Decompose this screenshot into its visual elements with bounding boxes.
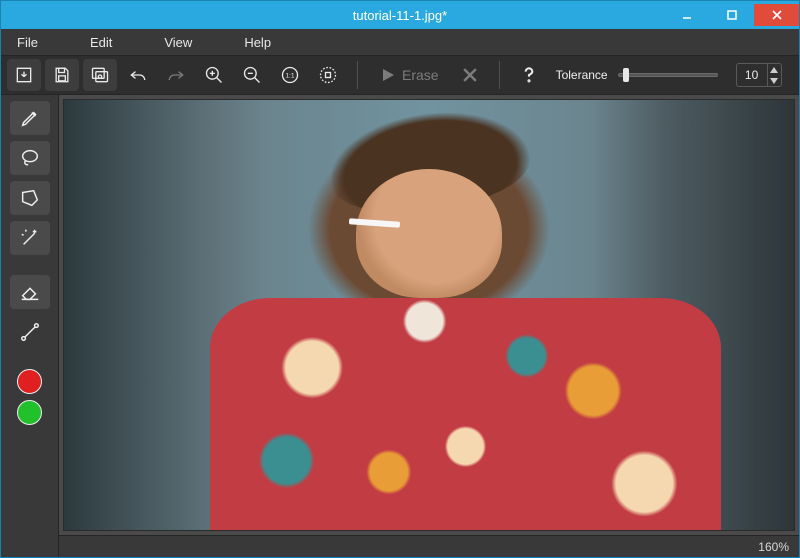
play-icon [380, 67, 396, 83]
undo-button[interactable] [121, 59, 155, 91]
app-body: File Edit View Help [1, 29, 799, 557]
redo-button[interactable] [159, 59, 193, 91]
lasso-tool[interactable] [10, 141, 50, 175]
zoom-fit-button[interactable] [311, 59, 345, 91]
save-button[interactable] [45, 59, 79, 91]
erase-label: Erase [402, 67, 439, 83]
menubar: File Edit View Help [1, 29, 799, 55]
lasso-icon [19, 147, 41, 169]
separator [357, 61, 358, 89]
open-icon [14, 65, 34, 85]
help-icon [519, 65, 539, 85]
toolbar: 1:1 Erase Tolerance [1, 55, 799, 95]
spinner-down[interactable] [768, 75, 781, 86]
image-canvas[interactable] [63, 99, 795, 531]
menu-file[interactable]: File [11, 31, 54, 54]
view-original-button[interactable] [83, 59, 117, 91]
line-tool[interactable] [10, 315, 50, 349]
menu-edit[interactable]: Edit [84, 31, 128, 54]
statusbar: 160% [59, 535, 799, 557]
color-red[interactable] [17, 369, 42, 394]
cancel-button[interactable] [453, 59, 487, 91]
magic-wand-icon [19, 227, 41, 249]
photo-head [356, 169, 502, 298]
main-area: 160% [1, 95, 799, 557]
spinner-up[interactable] [768, 64, 781, 75]
menu-help[interactable]: Help [238, 31, 287, 54]
magic-wand-tool[interactable] [10, 221, 50, 255]
window-title: tutorial-11-1.jpg* [1, 8, 799, 23]
tolerance-slider[interactable] [618, 73, 718, 77]
spinner-arrows [767, 64, 781, 86]
undo-icon [128, 65, 148, 85]
app-window: tutorial-11-1.jpg* File Edit View Help [0, 0, 800, 558]
zoom-in-icon [204, 65, 224, 85]
zoom-out-button[interactable] [235, 59, 269, 91]
save-icon [52, 65, 72, 85]
zoom-actual-icon: 1:1 [280, 65, 300, 85]
eraser-tool[interactable] [10, 275, 50, 309]
photo-shirt [210, 298, 721, 530]
polygon-tool[interactable] [10, 181, 50, 215]
eraser-icon [19, 281, 41, 303]
titlebar[interactable]: tutorial-11-1.jpg* [1, 1, 799, 29]
menu-view[interactable]: View [158, 31, 208, 54]
tool-sidebar [1, 95, 59, 557]
line-icon [19, 321, 41, 343]
marker-tool[interactable] [10, 101, 50, 135]
tolerance-label: Tolerance [556, 68, 608, 82]
canvas-wrap: 160% [59, 95, 799, 557]
polygon-icon [19, 187, 41, 209]
marker-icon [19, 107, 41, 129]
help-button[interactable] [512, 59, 546, 91]
zoom-actual-button[interactable]: 1:1 [273, 59, 307, 91]
zoom-out-icon [242, 65, 262, 85]
cancel-icon [460, 65, 480, 85]
tolerance-spinner[interactable] [736, 63, 782, 87]
tolerance-input[interactable] [737, 67, 767, 83]
separator [499, 61, 500, 89]
open-button[interactable] [7, 59, 41, 91]
svg-text:1:1: 1:1 [285, 73, 295, 80]
color-green[interactable] [17, 400, 42, 425]
zoom-level: 160% [758, 540, 789, 554]
redo-icon [166, 65, 186, 85]
slider-handle[interactable] [623, 68, 629, 82]
erase-button[interactable]: Erase [370, 59, 449, 91]
zoom-fit-icon [318, 65, 338, 85]
view-original-icon [90, 65, 110, 85]
zoom-in-button[interactable] [197, 59, 231, 91]
